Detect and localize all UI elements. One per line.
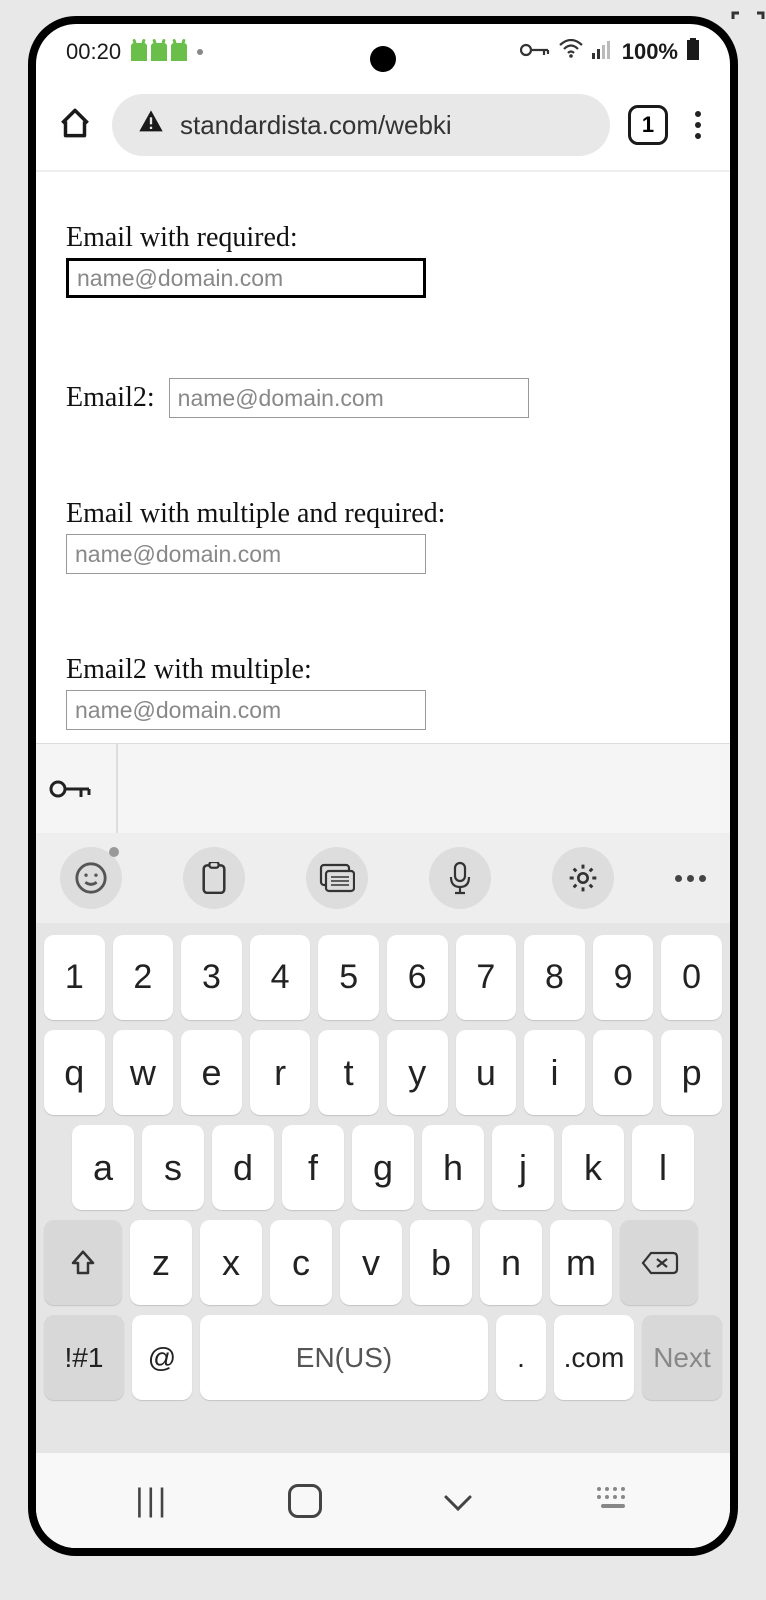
tab-count-label: 1 xyxy=(642,112,654,138)
shift-key[interactable] xyxy=(44,1220,122,1305)
emoji-icon[interactable] xyxy=(60,847,122,909)
key-w[interactable]: w xyxy=(113,1030,174,1115)
key-a[interactable]: a xyxy=(72,1125,134,1210)
camera-punch-hole xyxy=(370,46,396,72)
key-d[interactable]: d xyxy=(212,1125,274,1210)
period-key[interactable]: . xyxy=(496,1315,546,1400)
keyboard-row-asdf: a s d f g h j k l xyxy=(44,1125,722,1210)
key-q[interactable]: q xyxy=(44,1030,105,1115)
key-m[interactable]: m xyxy=(550,1220,612,1305)
email-required-input[interactable] xyxy=(66,258,426,298)
keyboard-row-bottom: !#1 @ EN(US) . .com Next xyxy=(44,1315,722,1400)
signal-icon xyxy=(592,39,614,65)
key-4[interactable]: 4 xyxy=(250,935,311,1020)
divider xyxy=(36,170,730,172)
key-k[interactable]: k xyxy=(562,1125,624,1210)
key-f[interactable]: f xyxy=(282,1125,344,1210)
key-b[interactable]: b xyxy=(410,1220,472,1305)
clock: 00:20 xyxy=(66,39,121,65)
clipboard-icon[interactable] xyxy=(183,847,245,909)
key-x[interactable]: x xyxy=(200,1220,262,1305)
key-1[interactable]: 1 xyxy=(44,935,105,1020)
key-e[interactable]: e xyxy=(181,1030,242,1115)
key-r[interactable]: r xyxy=(250,1030,311,1115)
overflow-menu-icon[interactable] xyxy=(686,111,710,139)
keyboard-row-qwerty: q w e r t y u i o p xyxy=(44,1030,722,1115)
notification-dot-icon xyxy=(197,49,203,55)
divider xyxy=(116,744,118,834)
key-y[interactable]: y xyxy=(387,1030,448,1115)
tab-switcher-button[interactable]: 1 xyxy=(628,105,668,145)
android-icons xyxy=(131,43,187,61)
phone-frame: 00:20 100% xyxy=(28,16,738,1556)
keyboard-toolbar xyxy=(36,833,730,923)
email2-label: Email2: xyxy=(66,382,155,414)
email-multiple-required-label: Email with multiple and required: xyxy=(66,498,700,530)
key-n[interactable]: n xyxy=(480,1220,542,1305)
keyboard-switcher-icon[interactable] xyxy=(595,1485,631,1517)
android-icon xyxy=(171,43,187,61)
key-s[interactable]: s xyxy=(142,1125,204,1210)
symbols-key[interactable]: !#1 xyxy=(44,1315,124,1400)
key-c[interactable]: c xyxy=(270,1220,332,1305)
key-i[interactable]: i xyxy=(524,1030,585,1115)
key-7[interactable]: 7 xyxy=(456,935,517,1020)
home-icon[interactable] xyxy=(56,104,94,147)
key-0[interactable]: 0 xyxy=(661,935,722,1020)
email-multiple-required-input[interactable] xyxy=(66,534,426,574)
url-text: standardista.com/webki xyxy=(180,110,452,141)
android-icon xyxy=(151,43,167,61)
at-key[interactable]: @ xyxy=(132,1315,192,1400)
microphone-icon[interactable] xyxy=(429,847,491,909)
soft-keyboard: 1 2 3 4 5 6 7 8 9 0 q w e r t y u i o xyxy=(36,923,730,1453)
key-g[interactable]: g xyxy=(352,1125,414,1210)
password-key-icon[interactable] xyxy=(44,766,96,812)
next-key[interactable]: Next xyxy=(642,1315,722,1400)
key-2[interactable]: 2 xyxy=(113,935,174,1020)
keyboard-row-zxcv: z x c v b n m xyxy=(44,1220,722,1305)
recents-button[interactable]: ||| xyxy=(135,1482,169,1519)
key-u[interactable]: u xyxy=(456,1030,517,1115)
email2-multiple-input[interactable] xyxy=(66,690,426,730)
key-3[interactable]: 3 xyxy=(181,935,242,1020)
email2-multiple-label: Email2 with multiple: xyxy=(66,654,700,686)
key-v[interactable]: v xyxy=(340,1220,402,1305)
key-o[interactable]: o xyxy=(593,1030,654,1115)
battery-level: 100% xyxy=(622,39,678,65)
key-9[interactable]: 9 xyxy=(593,935,654,1020)
battery-icon xyxy=(686,38,700,66)
key-l[interactable]: l xyxy=(632,1125,694,1210)
browser-toolbar: standardista.com/webki 1 xyxy=(36,80,730,170)
key-t[interactable]: t xyxy=(318,1030,379,1115)
android-icon xyxy=(131,43,147,61)
email2-input[interactable] xyxy=(169,378,529,418)
dotcom-key[interactable]: .com xyxy=(554,1315,634,1400)
back-button[interactable] xyxy=(440,1480,476,1522)
crop-corner-icon xyxy=(730,10,766,46)
key-p[interactable]: p xyxy=(661,1030,722,1115)
key-h[interactable]: h xyxy=(422,1125,484,1210)
suggestion-bar xyxy=(36,743,730,833)
settings-gear-icon[interactable] xyxy=(552,847,614,909)
screen: 00:20 100% xyxy=(36,24,730,1548)
key-8[interactable]: 8 xyxy=(524,935,585,1020)
spacebar-key[interactable]: EN(US) xyxy=(200,1315,488,1400)
home-button[interactable] xyxy=(288,1484,322,1518)
backspace-key[interactable] xyxy=(620,1220,698,1305)
key-5[interactable]: 5 xyxy=(318,935,379,1020)
wifi-icon xyxy=(558,39,584,65)
vpn-key-icon xyxy=(520,39,550,65)
keyboard-row-numbers: 1 2 3 4 5 6 7 8 9 0 xyxy=(44,935,722,1020)
key-z[interactable]: z xyxy=(130,1220,192,1305)
key-j[interactable]: j xyxy=(492,1125,554,1210)
page-content[interactable]: Email with required: Email2: Email with … xyxy=(36,202,730,730)
email-required-label: Email with required: xyxy=(66,222,700,254)
navigation-bar: ||| xyxy=(36,1453,730,1548)
toolbar-more-icon[interactable] xyxy=(675,875,706,882)
insecure-warning-icon xyxy=(137,108,165,143)
url-bar[interactable]: standardista.com/webki xyxy=(112,94,610,156)
keyboard-layout-icon[interactable] xyxy=(306,847,368,909)
key-6[interactable]: 6 xyxy=(387,935,448,1020)
